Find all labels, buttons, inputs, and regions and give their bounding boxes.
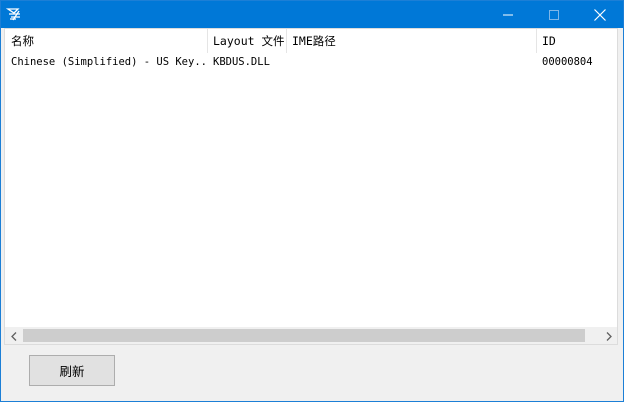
cell-ime-path xyxy=(286,53,536,71)
cell-layout-file: KBDUS.DLL xyxy=(213,56,270,68)
app-logo-icon xyxy=(5,6,22,22)
app-window: 名称 Layout 文件 IME路径 ID Chinese (Simplifie… xyxy=(0,0,624,402)
scroll-left-button[interactable] xyxy=(5,327,22,344)
scrollbar-thumb[interactable] xyxy=(23,329,585,342)
table-row[interactable]: Chinese (Simplified) - US Key... KBDUS.D… xyxy=(5,53,617,71)
column-header-layout-file[interactable]: Layout 文件 xyxy=(207,29,286,53)
title-bar[interactable] xyxy=(1,1,623,28)
cell-name: Chinese (Simplified) - US Key... xyxy=(11,56,207,68)
refresh-button[interactable]: 刷新 xyxy=(29,355,115,386)
close-icon xyxy=(594,8,606,21)
maximize-icon xyxy=(549,9,559,20)
keyboard-layout-list[interactable]: 名称 Layout 文件 IME路径 ID Chinese (Simplifie… xyxy=(4,28,618,345)
horizontal-scrollbar[interactable] xyxy=(5,327,617,344)
column-header-id[interactable]: ID xyxy=(536,29,617,53)
maximize-button[interactable] xyxy=(531,1,577,28)
cell-id: 00000804 xyxy=(542,56,593,68)
close-button[interactable] xyxy=(577,1,623,28)
column-header-name[interactable]: 名称 xyxy=(5,29,207,53)
minimize-icon xyxy=(503,10,513,20)
scroll-right-button[interactable] xyxy=(600,327,617,344)
chevron-left-icon xyxy=(10,326,17,345)
column-header-ime-path[interactable]: IME路径 xyxy=(286,29,536,53)
list-header: 名称 Layout 文件 IME路径 ID xyxy=(5,29,617,53)
minimize-button[interactable] xyxy=(485,1,531,28)
chevron-right-icon xyxy=(606,326,612,345)
